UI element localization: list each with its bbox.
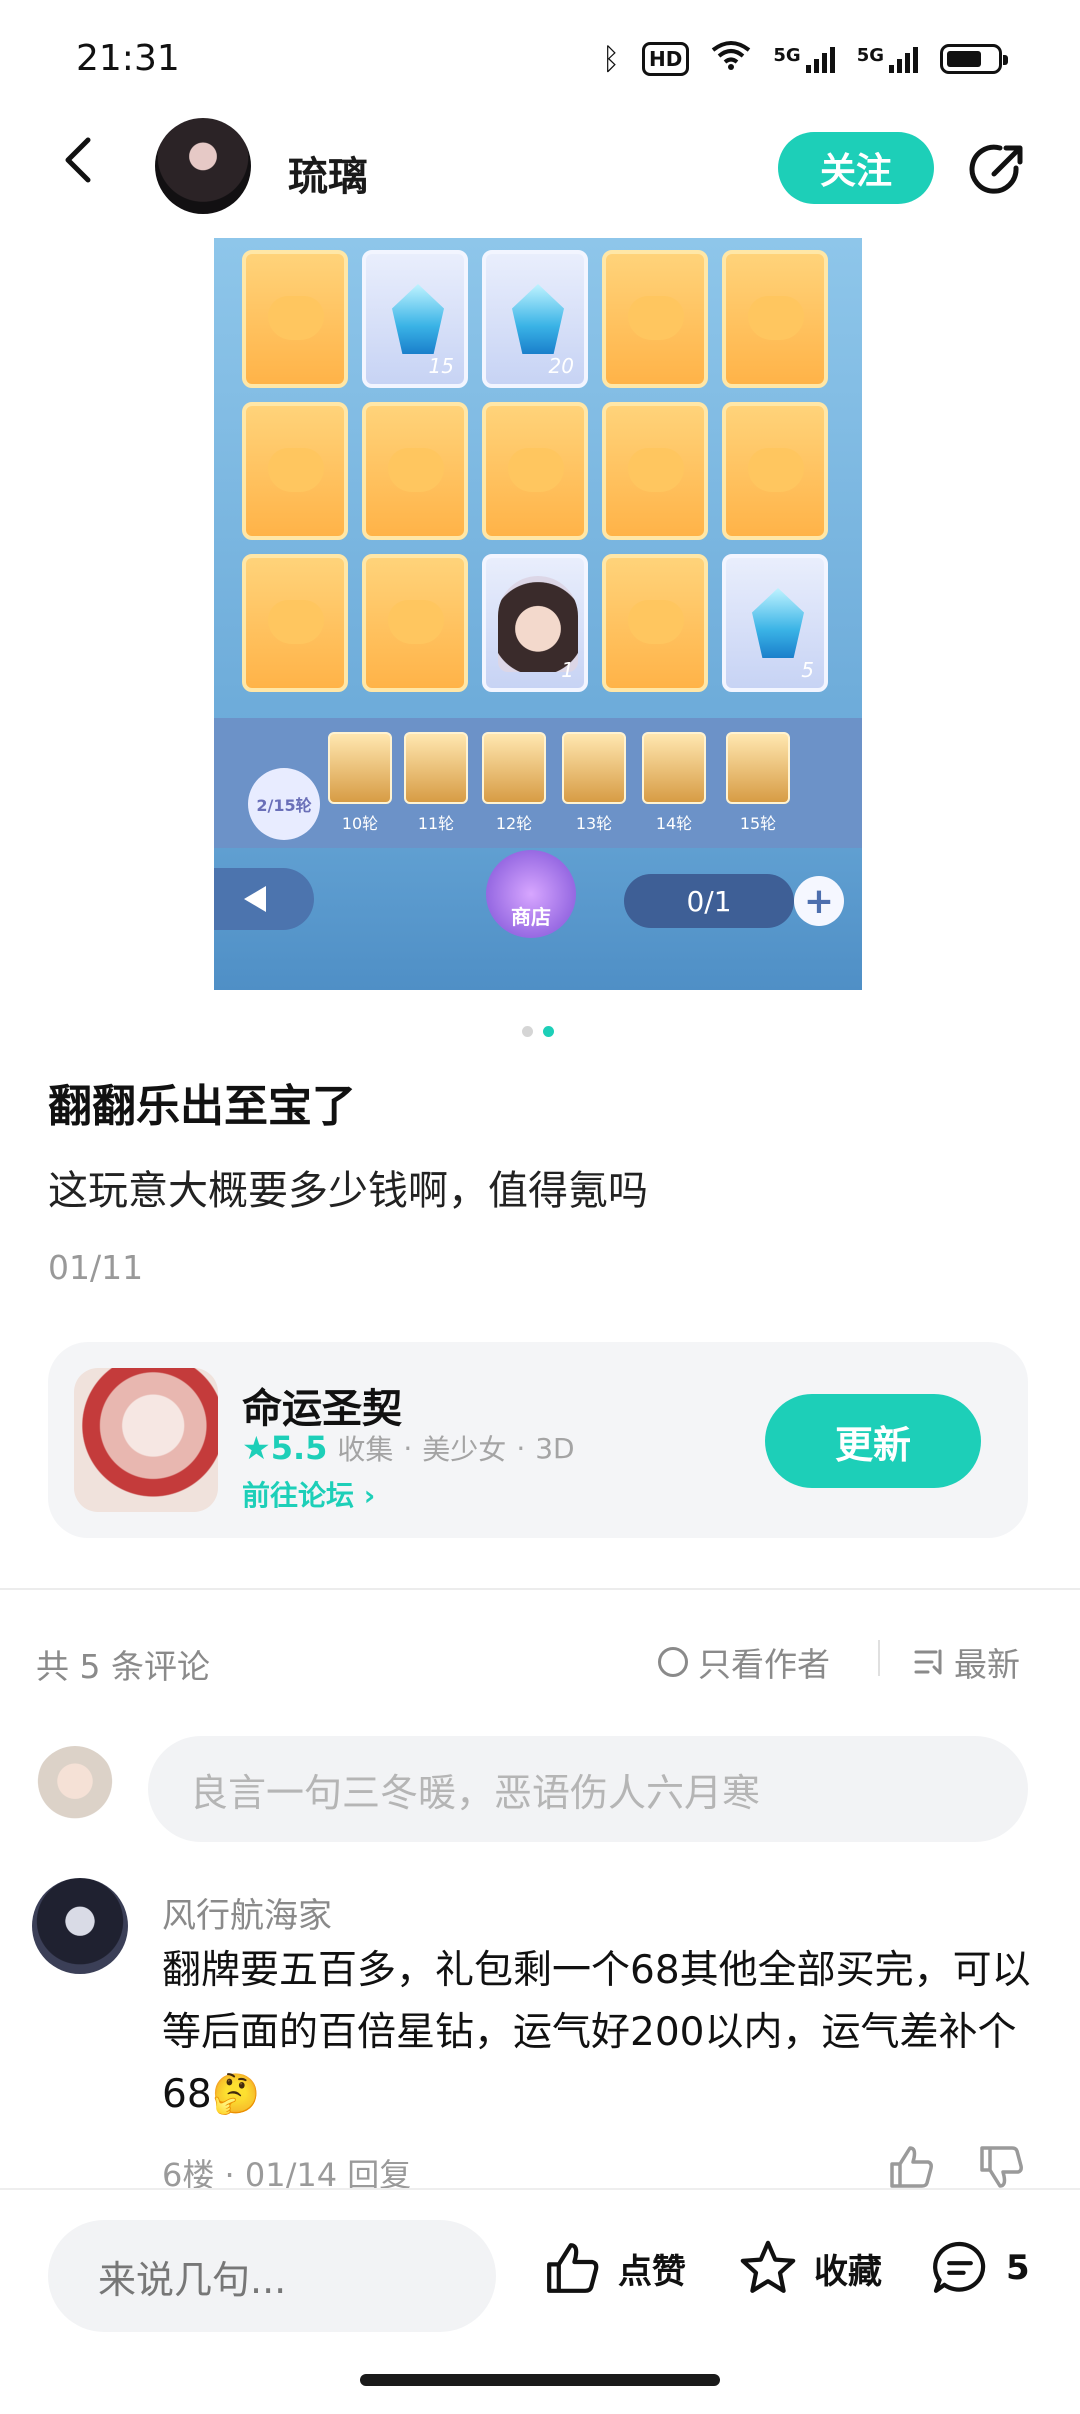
thumbs-down-icon [980, 2146, 1023, 2188]
game-icon[interactable] [74, 1368, 218, 1512]
signal-icon-2: 5G [857, 45, 918, 73]
reward-icon [562, 732, 626, 804]
round-label: 13轮 [575, 814, 613, 833]
reward-icon [328, 732, 392, 804]
bluetooth-icon: ᛒ [602, 41, 621, 77]
image-pager [522, 1026, 554, 1037]
comments-button[interactable]: 5 [928, 2238, 1030, 2298]
game-tag: 3D [535, 1431, 575, 1465]
like-button[interactable]: 点赞 [540, 2238, 686, 2298]
star-icon [740, 2240, 796, 2293]
forum-link[interactable]: 前往论坛 › [242, 1474, 375, 1514]
hidden-card [242, 554, 348, 692]
thumbs-up-icon [890, 2146, 933, 2188]
reward-icon [726, 732, 790, 804]
hidden-card [242, 250, 348, 388]
hidden-card [722, 402, 828, 540]
crystal-card: 15 [362, 250, 468, 388]
back-button[interactable] [50, 130, 110, 190]
game-tag: 收集 [337, 1433, 394, 1466]
only-author-toggle[interactable]: 只看作者 [658, 1638, 830, 1686]
shop-icon: 商店 [486, 850, 576, 938]
author-avatar[interactable] [155, 118, 251, 214]
sort-icon [914, 1649, 942, 1675]
battery-icon [940, 44, 1008, 74]
card-grid: 15 20 1 5 [242, 250, 828, 692]
round-label: 11轮 [417, 814, 455, 833]
share-button[interactable] [966, 138, 1030, 202]
favorite-button[interactable]: 收藏 [736, 2238, 882, 2298]
post-image[interactable]: 15 20 1 5 2/15轮 10轮 11轮 12轮 13轮 14轮 15轮 … [214, 238, 862, 990]
comment-bubble-icon [933, 2241, 986, 2293]
post-body: 这玩意大概要多少钱啊，值得氪吗 [48, 1168, 648, 1214]
share-icon [969, 144, 1023, 194]
pager-dot-active [543, 1026, 554, 1037]
divider [0, 1588, 1080, 1590]
crystal-card: 20 [482, 250, 588, 388]
card-counter: 0/1 [624, 874, 794, 928]
comment-dislike-button[interactable] [976, 2142, 1026, 2192]
round-label: 15轮 [739, 814, 777, 833]
hidden-card [482, 402, 588, 540]
sort-button[interactable]: 最新 [914, 1638, 1020, 1686]
game-meta: ★5.5 收集 · 美少女 · 3D [242, 1429, 575, 1467]
comment-text: 翻牌要五百多，礼包剩一个68其他全部买完，可以等后面的百倍星钻，运气好200以内… [162, 1948, 1031, 2117]
follow-button[interactable]: 关注 [778, 132, 934, 204]
hidden-card [722, 250, 828, 388]
post-date: 01/11 [48, 1248, 144, 1287]
pager-dot [522, 1026, 533, 1037]
round-label: 14轮 [655, 814, 693, 833]
character-card: 1 [482, 554, 588, 692]
crystal-card: 5 [722, 554, 828, 692]
game-back-icon [214, 868, 314, 930]
hidden-card [602, 554, 708, 692]
round-badge: 2/15轮 [248, 768, 320, 840]
reward-icon [482, 732, 546, 804]
separator [878, 1640, 880, 1676]
home-indicator[interactable] [360, 2374, 720, 2386]
hidden-card [602, 402, 708, 540]
status-icons: ᛒ HD 5G 5G [602, 40, 1008, 78]
round-label: 10轮 [341, 814, 379, 833]
game-name: 命运圣契 [242, 1386, 402, 1432]
signal-icon-1: 5G [773, 45, 835, 73]
update-button[interactable]: 更新 [765, 1394, 981, 1488]
hidden-card [362, 554, 468, 692]
status-time: 21:31 [76, 38, 180, 79]
plus-icon: + [794, 876, 844, 926]
reward-icon [404, 732, 468, 804]
star-icon: ★ [242, 1429, 271, 1467]
game-tag: 美少女 [422, 1433, 507, 1466]
reward-icon [642, 732, 706, 804]
game-rating: ★5.5 [242, 1429, 328, 1467]
say-input[interactable]: 来说几句... [48, 2220, 496, 2332]
post-title: 翻翻乐出至宝了 [48, 1081, 356, 1132]
comments-count: 共 5 条评论 [36, 1647, 210, 1686]
round-label: 12轮 [495, 814, 533, 833]
my-avatar [34, 1746, 116, 1834]
commenter-avatar[interactable] [32, 1878, 128, 1974]
chevron-left-icon [65, 137, 91, 183]
hidden-card [362, 402, 468, 540]
commenter-name[interactable]: 风行航海家 [162, 1888, 332, 1937]
hidden-card [602, 250, 708, 388]
wifi-icon [711, 40, 751, 78]
chevron-right-icon: › [363, 1479, 376, 1512]
author-name[interactable]: 琉璃 [288, 144, 368, 202]
hidden-card [242, 402, 348, 540]
comment-input[interactable]: 良言一句三冬暖，恶语伤人六月寒 [148, 1736, 1028, 1842]
comment-like-button[interactable] [886, 2142, 936, 2192]
thumbs-up-icon [547, 2243, 599, 2293]
hd-icon: HD [642, 42, 690, 76]
radio-icon [658, 1647, 688, 1677]
